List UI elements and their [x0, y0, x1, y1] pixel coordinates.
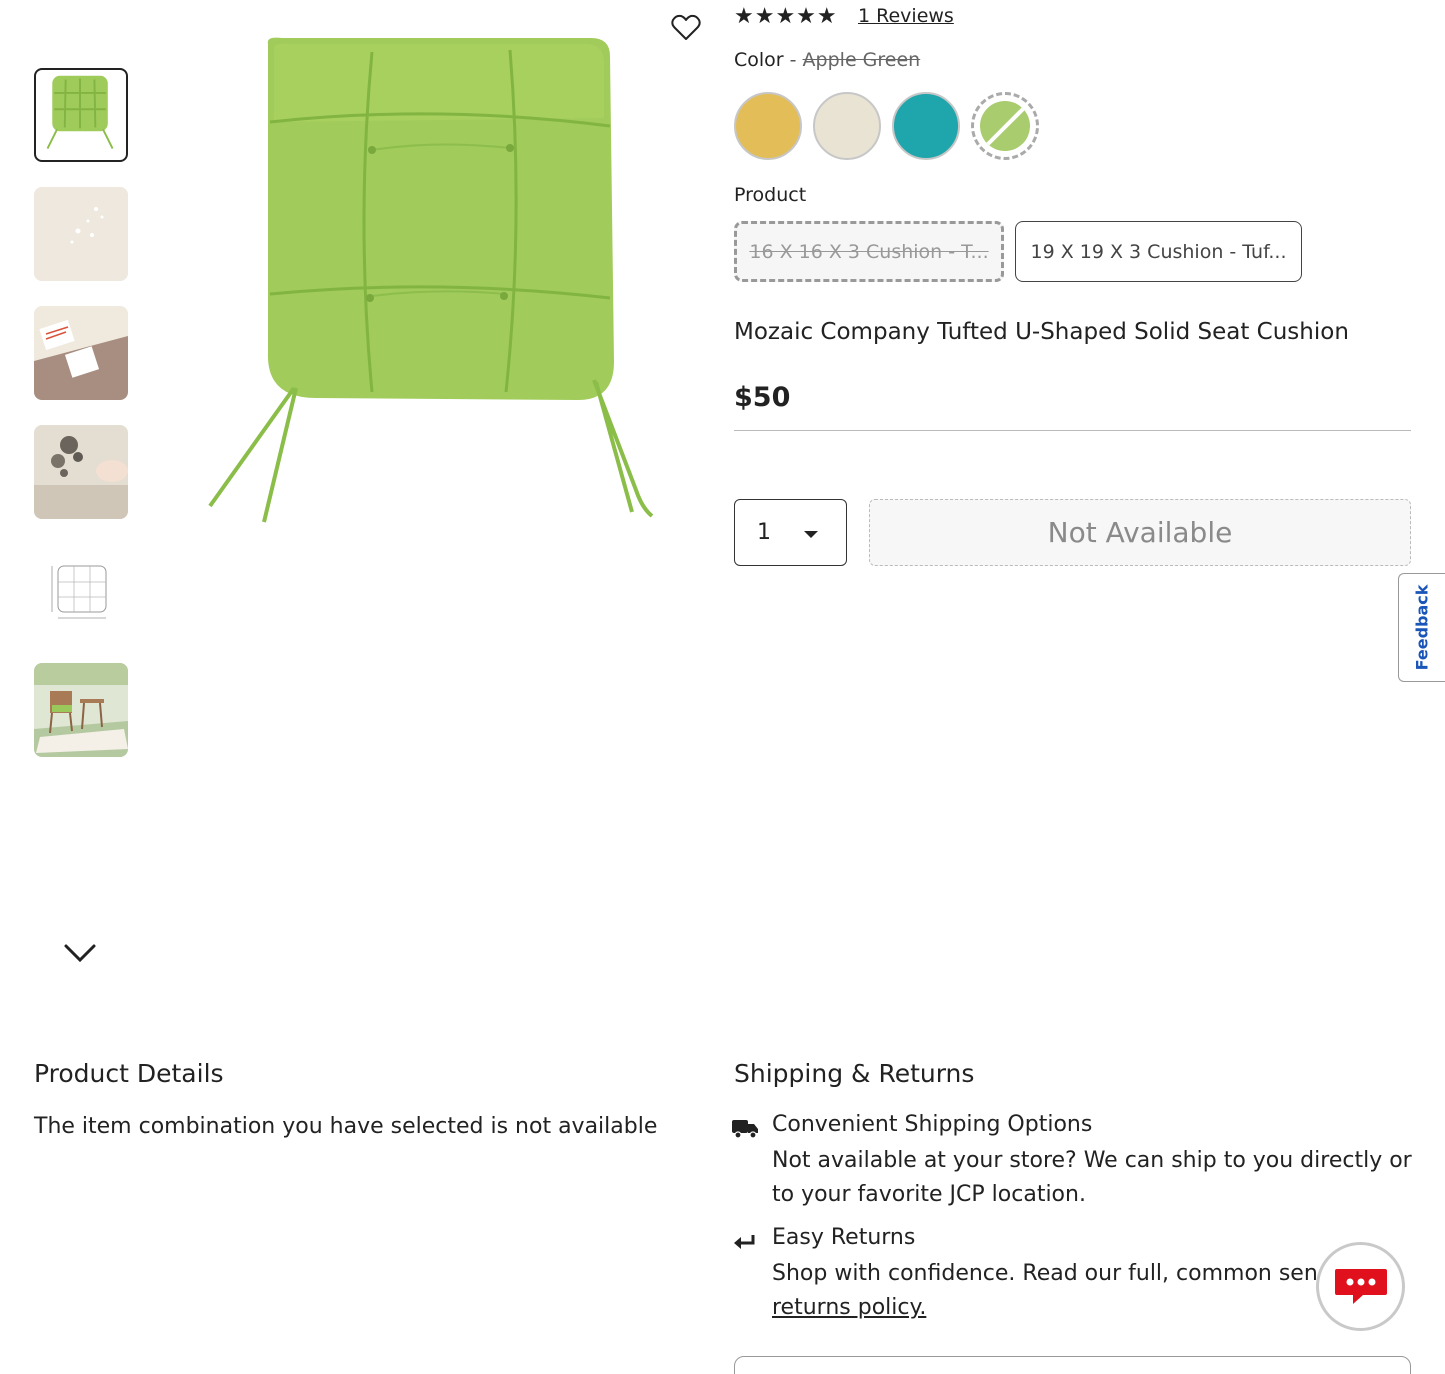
swatch-teal[interactable] — [892, 92, 960, 160]
product-details-heading: Product Details — [34, 1059, 224, 1088]
main-product-image[interactable] — [196, 22, 666, 532]
chat-button[interactable] — [1316, 1242, 1405, 1331]
stain-cleaning-thumb-image — [34, 425, 128, 519]
quantity-select[interactable]: 1 — [734, 499, 847, 566]
color-separator: - — [783, 49, 803, 71]
product-price: $50 — [734, 382, 791, 413]
reviews-link[interactable]: 1 Reviews — [858, 5, 954, 27]
shipping-options-text: Not available at your store? We can ship… — [772, 1148, 1412, 1207]
dimension-drawing-thumb-image — [34, 544, 128, 638]
shipping-options-title: Convenient Shipping Options — [772, 1112, 1093, 1137]
color-selected-value: Apple Green — [802, 49, 921, 71]
thumbnail-green-cushion[interactable] — [34, 68, 128, 162]
shipping-returns-heading: Shipping & Returns — [734, 1059, 975, 1088]
patio-scene-thumb-image — [34, 663, 128, 757]
fabric-water-thumb-image — [34, 187, 128, 281]
thumbnail-patio-scene[interactable] — [34, 663, 128, 757]
color-label-row: Color - Apple Green — [734, 49, 920, 71]
returns-policy-link[interactable]: returns policy. — [772, 1295, 926, 1320]
feedback-tab[interactable]: Feedback — [1398, 573, 1445, 682]
green-cushion-thumb-image — [46, 75, 114, 149]
thumbnail-label-tags[interactable] — [34, 306, 128, 400]
label-tags-thumb-image — [34, 306, 128, 400]
product-details-text: The item combination you have selected i… — [34, 1114, 658, 1139]
green-cushion-image — [208, 37, 654, 523]
heart-icon — [671, 14, 701, 40]
truck-icon — [731, 1116, 759, 1140]
thumbnail-dimension-drawing[interactable] — [34, 544, 128, 638]
swatch-cream[interactable] — [813, 92, 881, 160]
size-option-16-unavailable[interactable]: 16 X 16 X 3 Cushion - T... — [734, 221, 1004, 282]
size-option-19[interactable]: 19 X 19 X 3 Cushion - Tuf... — [1015, 221, 1302, 282]
bottom-panel — [734, 1356, 1411, 1374]
thumbnail-stain-cleaning[interactable] — [34, 425, 128, 519]
chat-bubble-icon — [1334, 1268, 1387, 1304]
swatch-yellow[interactable] — [734, 92, 802, 160]
thumbnails-scroll-down-button[interactable] — [62, 940, 98, 966]
easy-returns-body: Shop with confidence. Read our full, com… — [772, 1261, 1343, 1286]
add-to-cart-button[interactable]: Not Available — [869, 499, 1411, 566]
chevron-down-icon — [64, 944, 96, 963]
feedback-label: Feedback — [1412, 584, 1432, 671]
swatch-apple-green-fill — [980, 101, 1030, 151]
product-title: Mozaic Company Tufted U-Shaped Solid Sea… — [734, 319, 1349, 345]
product-option-label: Product — [734, 184, 807, 206]
quantity-value: 1 — [757, 520, 771, 545]
wishlist-button[interactable] — [670, 12, 702, 42]
thumbnail-fabric-water[interactable] — [34, 187, 128, 281]
price-divider — [734, 430, 1411, 431]
rating-stars: ★★★★★ — [734, 4, 838, 29]
swatch-apple-green-unavailable[interactable] — [971, 92, 1039, 160]
easy-returns-title: Easy Returns — [772, 1225, 916, 1250]
caret-down-icon — [804, 531, 818, 538]
return-arrow-icon — [731, 1229, 759, 1253]
color-label: Color — [734, 49, 784, 71]
